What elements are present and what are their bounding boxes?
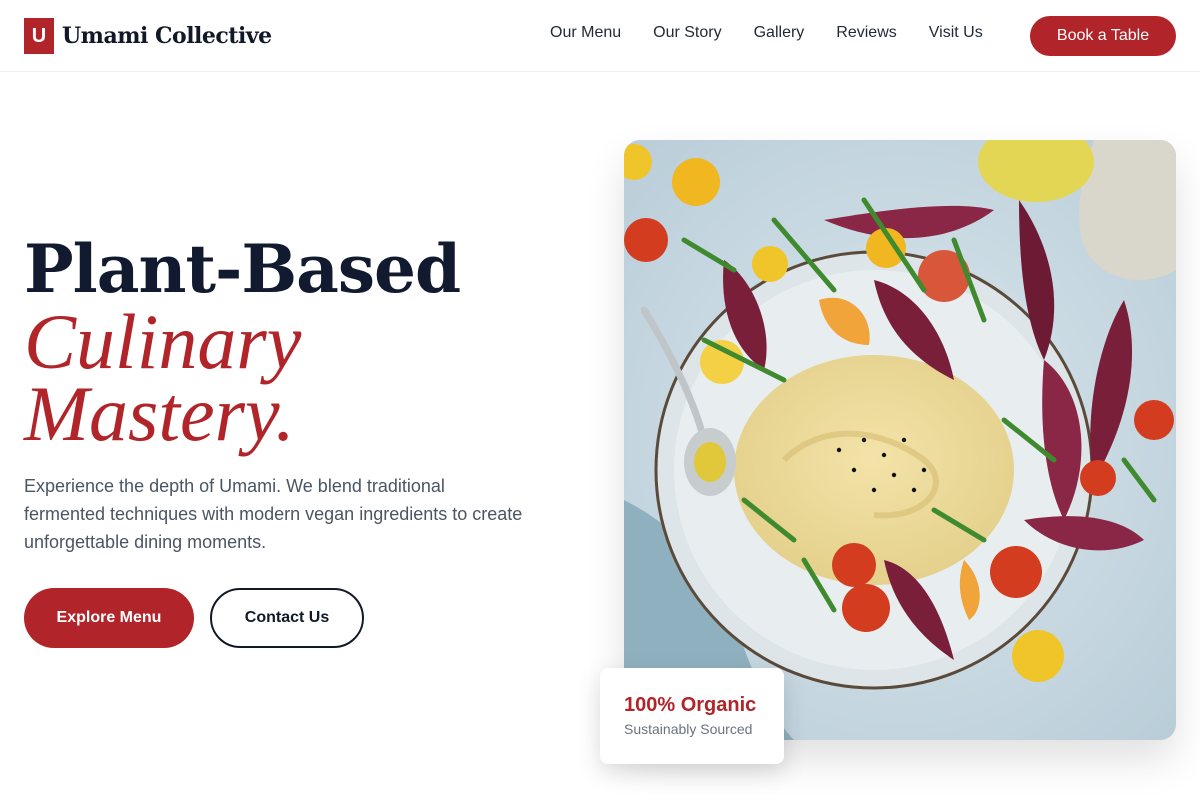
- brand-logo-icon: U: [24, 18, 54, 54]
- explore-menu-button[interactable]: Explore Menu: [24, 588, 194, 648]
- hero-headline-line-3: Mastery.: [24, 370, 295, 457]
- book-a-table-button[interactable]: Book a Table: [1030, 16, 1176, 56]
- nav-link-our-story[interactable]: Our Story: [653, 24, 721, 42]
- hero-headline: Plant-Based Culinary Mastery.: [24, 230, 461, 457]
- hero-headline-line-2: Culinary: [24, 298, 302, 385]
- nav-link-reviews[interactable]: Reviews: [836, 24, 896, 42]
- site-header: U Umami Collective Our Menu Our Story Ga…: [0, 0, 1200, 72]
- hero-headline-line-1: Plant-Based: [24, 230, 461, 308]
- brand[interactable]: U Umami Collective: [24, 18, 272, 54]
- hero-food-image: [624, 140, 1176, 740]
- organic-badge: 100% Organic Sustainably Sourced: [600, 668, 784, 764]
- contact-us-button[interactable]: Contact Us: [210, 588, 364, 648]
- main-nav: Our Menu Our Story Gallery Reviews Visit…: [550, 24, 983, 42]
- badge-title: 100% Organic: [624, 694, 757, 716]
- hummus-plate-illustration: [624, 140, 1176, 740]
- nav-link-visit-us[interactable]: Visit Us: [929, 24, 983, 42]
- nav-link-our-menu[interactable]: Our Menu: [550, 24, 621, 42]
- brand-name: Umami Collective: [62, 23, 272, 49]
- hero-description: Experience the depth of Umami. We blend …: [24, 476, 523, 552]
- badge-subtitle: Sustainably Sourced: [624, 721, 753, 737]
- nav-link-gallery[interactable]: Gallery: [754, 24, 805, 42]
